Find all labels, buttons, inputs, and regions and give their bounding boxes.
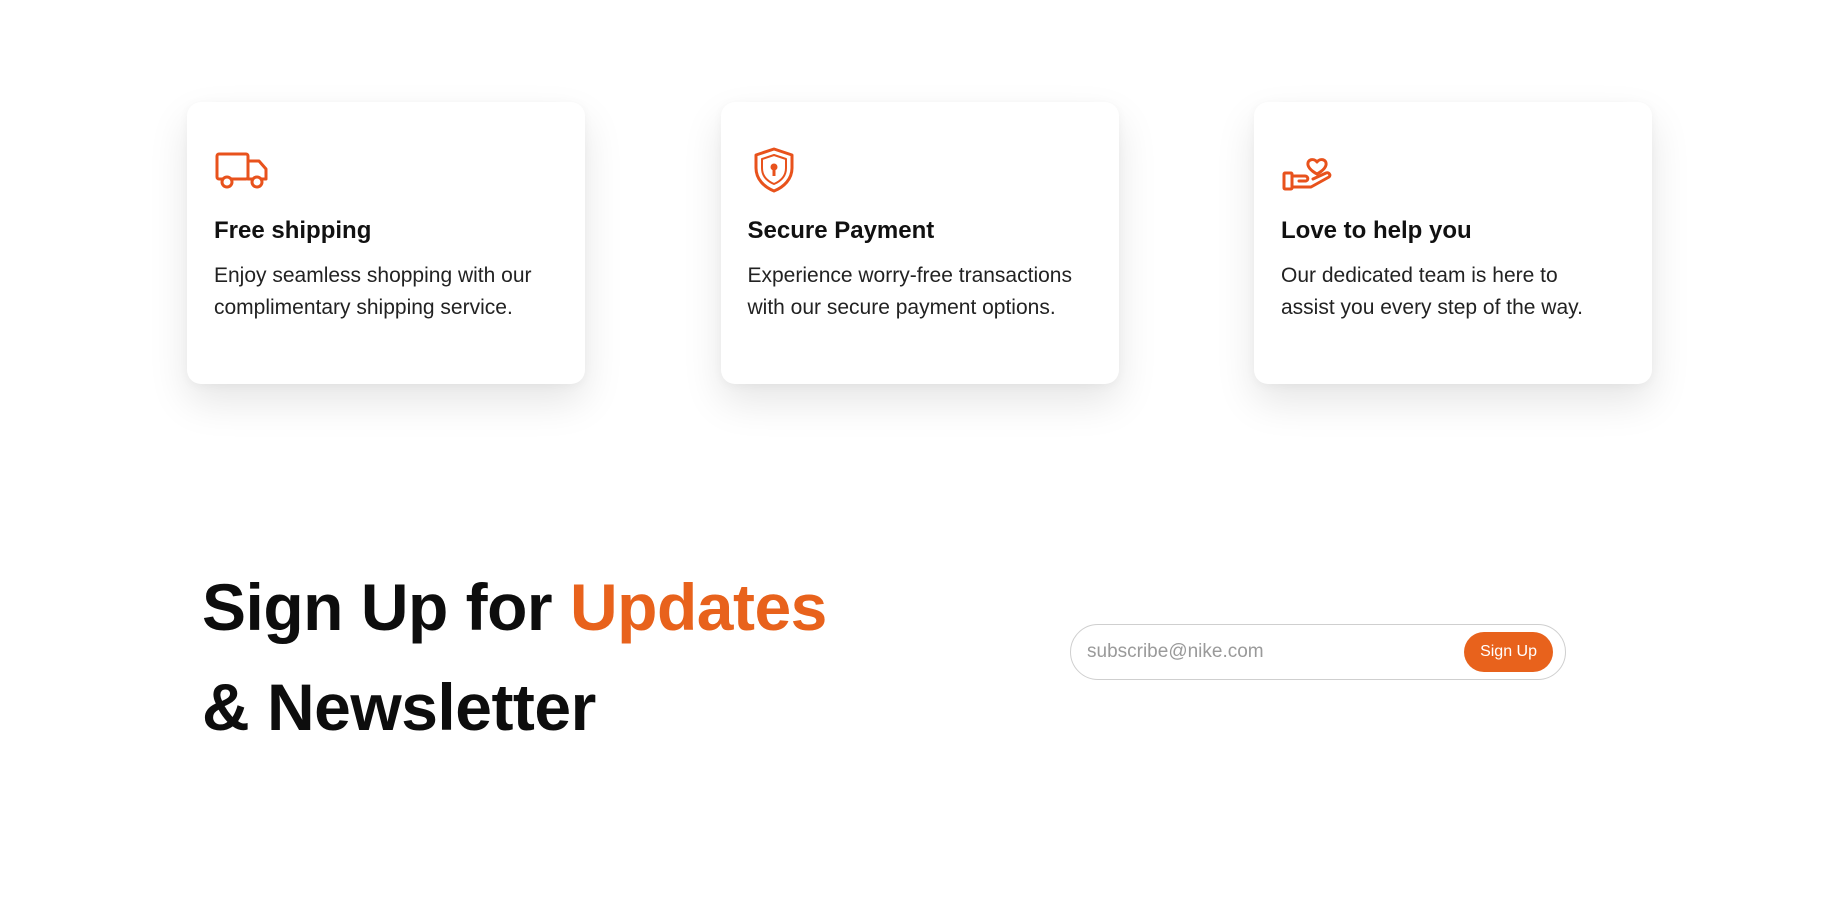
- sign-up-button[interactable]: Sign Up: [1464, 632, 1553, 672]
- service-title: Love to help you: [1281, 217, 1472, 244]
- subscribe-form: Sign Up: [1070, 624, 1566, 680]
- newsletter-title-line-1: Sign Up for Updates: [202, 557, 902, 657]
- newsletter-title-text: Sign Up for: [202, 570, 570, 644]
- service-description: Experience worry-free transactions with …: [747, 264, 1072, 319]
- newsletter-heading: Sign Up for Updates & Newsletter: [202, 557, 902, 757]
- service-card-free-shipping: Free shipping Enjoy seamless shopping wi…: [187, 102, 585, 384]
- service-description: Enjoy seamless shopping with our complim…: [214, 264, 532, 319]
- service-description: Our dedicated team is here to assist you…: [1281, 264, 1583, 319]
- page: Free shipping Enjoy seamless shopping wi…: [0, 0, 1824, 912]
- hand-heart-icon: [1281, 146, 1337, 194]
- services-section: Free shipping Enjoy seamless shopping wi…: [187, 102, 1652, 384]
- shield-lock-icon: [748, 146, 804, 194]
- newsletter-title-line-2: & Newsletter: [202, 670, 596, 744]
- truck-icon: [214, 146, 270, 194]
- service-title: Free shipping: [214, 217, 372, 244]
- newsletter-title-accent: Updates: [569, 570, 827, 644]
- email-input[interactable]: [1085, 631, 1465, 673]
- service-card-secure-payment: Secure Payment Experience worry-free tra…: [720, 102, 1119, 384]
- service-title: Secure Payment: [747, 217, 935, 244]
- service-card-love-to-help: Love to help you Our dedicated team is h…: [1254, 102, 1652, 384]
